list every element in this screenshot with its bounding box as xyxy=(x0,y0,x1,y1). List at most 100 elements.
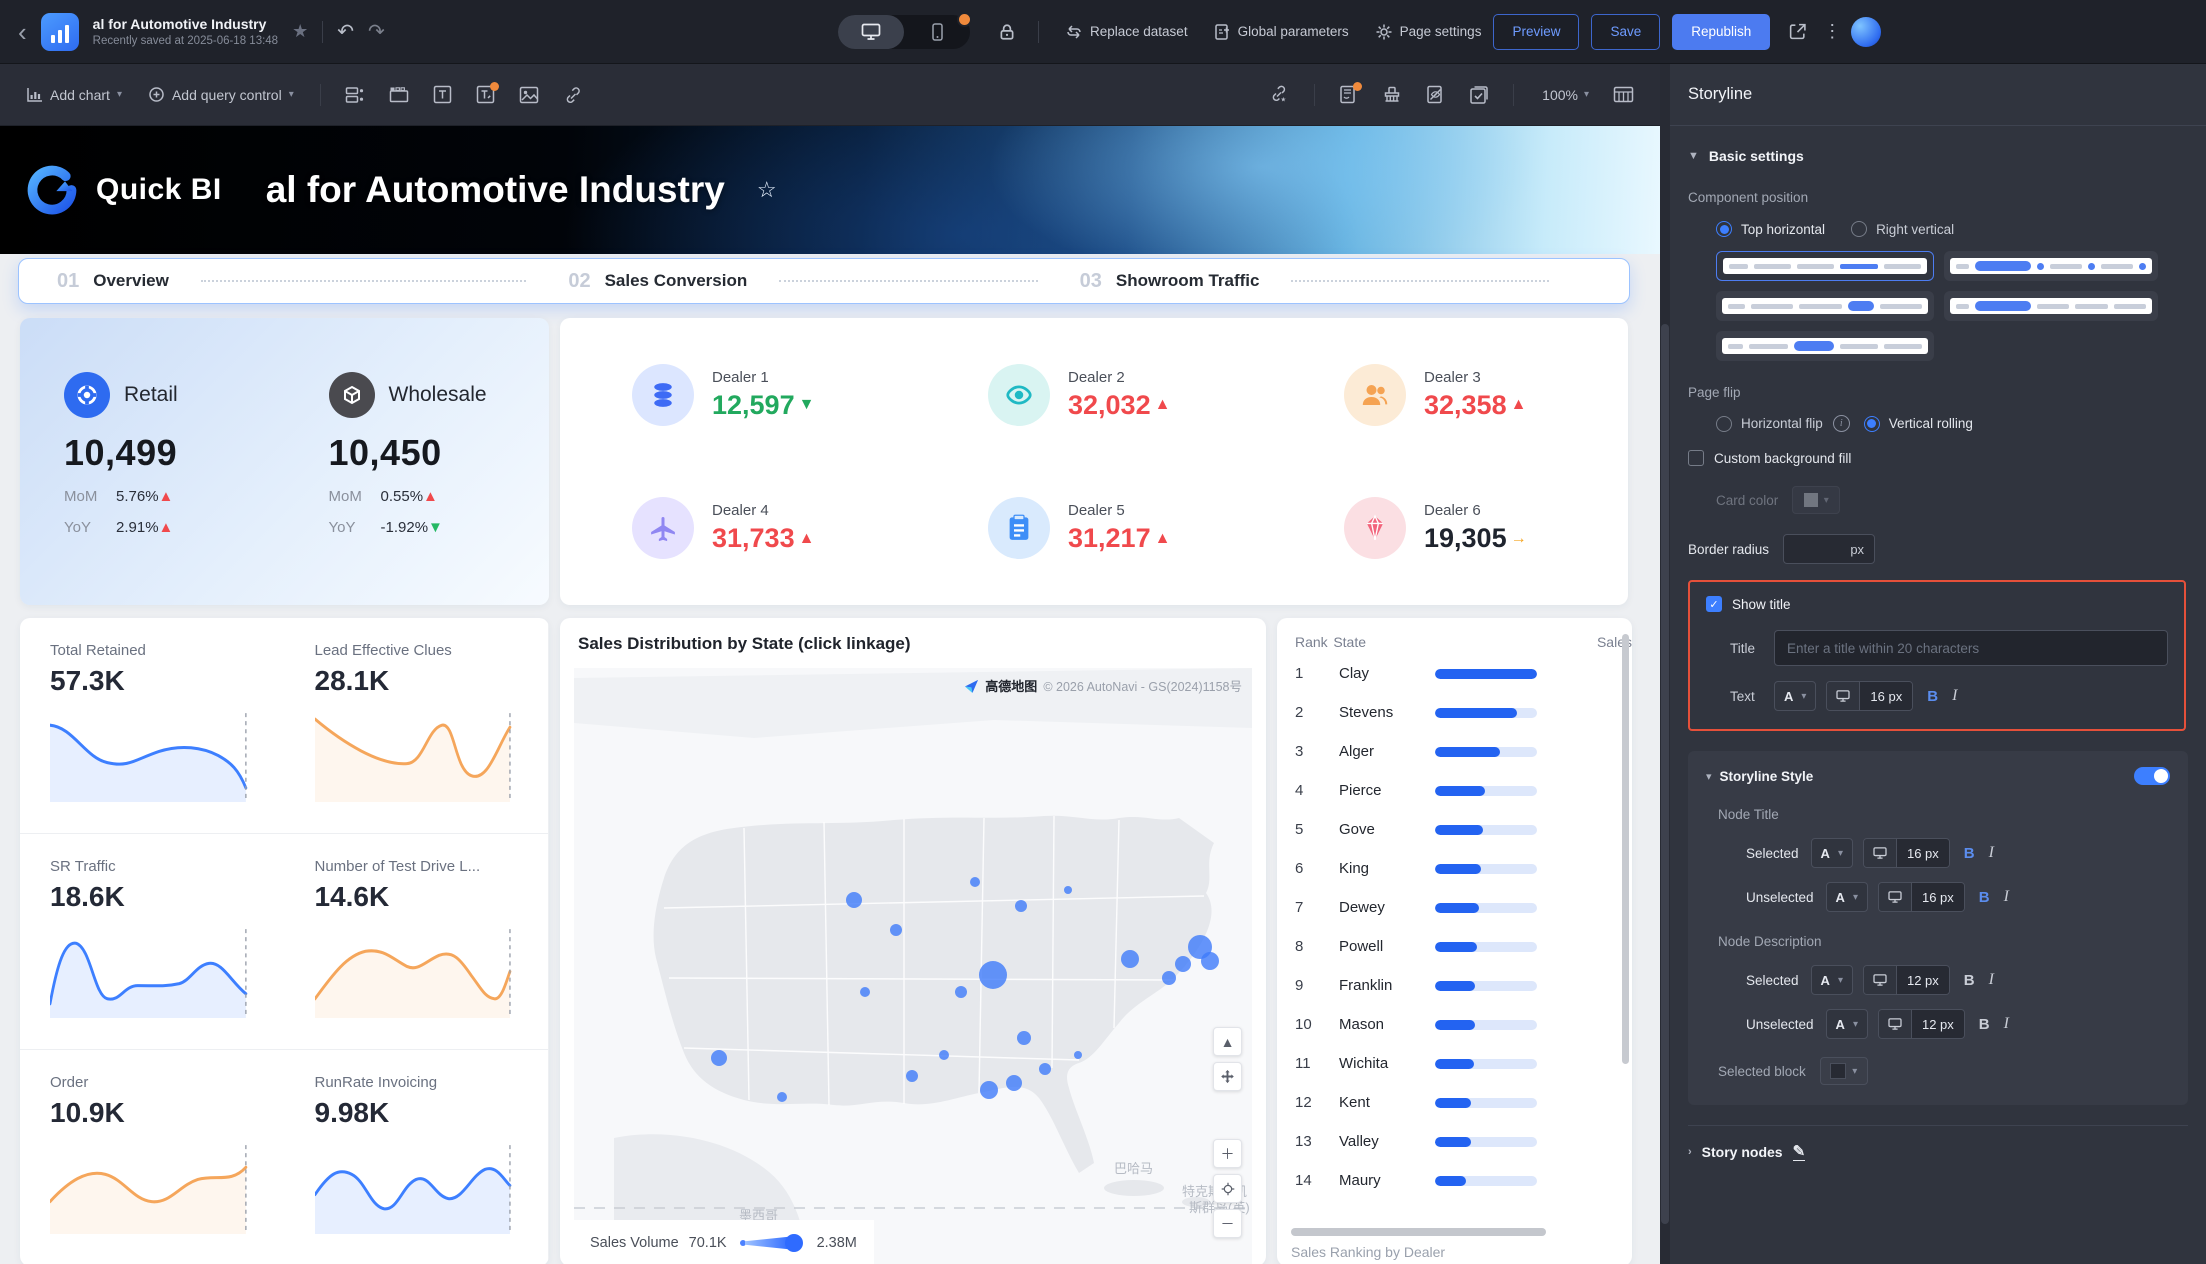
text-size-select[interactable]: 16 px xyxy=(1826,681,1914,711)
grid-layout-icon[interactable] xyxy=(1613,86,1634,103)
save-button[interactable]: Save xyxy=(1591,13,1661,50)
font-color-select[interactable]: A ▾ xyxy=(1825,882,1868,912)
edit-pencil-icon[interactable]: ✎ xyxy=(1792,1144,1806,1161)
more-menu-icon[interactable]: ⋮ xyxy=(1823,21,1841,42)
vertical-rolling-radio[interactable] xyxy=(1863,415,1880,432)
italic-button[interactable]: I xyxy=(2004,888,2009,906)
trend-card[interactable]: Total Retained 57.3K xyxy=(20,618,285,834)
map-zoom-in-icon[interactable]: ＋ xyxy=(1213,1139,1242,1168)
style-thumbnail-1[interactable] xyxy=(1716,251,1934,281)
lock-icon[interactable] xyxy=(998,23,1016,41)
retail-wholesale-card[interactable]: Retail 10,499 MoM 5.76% ▲ YoY 2.91% ▲ Wh… xyxy=(20,318,549,605)
clean-brush-icon[interactable] xyxy=(1382,85,1402,104)
basic-settings-section[interactable]: ▼ Basic settings xyxy=(1688,148,2188,164)
preview-button[interactable]: Preview xyxy=(1493,13,1580,50)
ranking-row[interactable]: 9 Franklin xyxy=(1277,966,1632,1005)
dashboard-banner[interactable]: Quick BI al for Automotive Industry ☆ xyxy=(0,126,1660,254)
ranking-row[interactable]: 10 Mason xyxy=(1277,1005,1632,1044)
italic-button[interactable]: I xyxy=(1989,844,1994,862)
zoom-level-select[interactable]: 100% ▾ xyxy=(1542,87,1589,103)
global-parameters-button[interactable]: Global parameters xyxy=(1214,23,1349,41)
ranking-row[interactable]: 8 Powell xyxy=(1277,927,1632,966)
theme-doc-icon[interactable] xyxy=(1339,82,1363,104)
ranking-row[interactable]: 5 Gove xyxy=(1277,810,1632,849)
undo-icon[interactable]: ↶ xyxy=(337,19,354,44)
ranking-row[interactable]: 1 Clay xyxy=(1277,654,1632,693)
trend-card[interactable]: SR Traffic 18.6K xyxy=(20,834,285,1050)
magic-link-icon[interactable] xyxy=(1269,85,1290,104)
ranking-row[interactable]: 2 Stevens xyxy=(1277,693,1632,732)
ranking-row[interactable]: 14 Maury xyxy=(1277,1161,1632,1200)
bold-button[interactable]: B xyxy=(1979,1016,1990,1033)
storyline-tab[interactable]: 02 Sales Conversion xyxy=(568,270,1079,293)
tab-container-icon[interactable] xyxy=(389,86,409,103)
republish-button[interactable]: Republish xyxy=(1672,13,1771,50)
ranking-row[interactable]: 3 Alger xyxy=(1277,732,1632,771)
font-size-select[interactable]: 12 px xyxy=(1862,965,1950,995)
top-horizontal-radio[interactable] xyxy=(1716,221,1732,237)
show-title-checkbox[interactable]: ✓ xyxy=(1706,596,1722,612)
custom-background-checkbox[interactable] xyxy=(1688,450,1704,466)
add-chart-button[interactable]: Add chart ▾ xyxy=(26,87,122,103)
style-thumbnail-4[interactable] xyxy=(1944,291,2158,321)
ranking-row[interactable]: 12 Kent xyxy=(1277,1083,1632,1122)
card-color-picker[interactable]: ▾ xyxy=(1792,486,1841,514)
selected-block-color-picker[interactable]: ▾ xyxy=(1819,1057,1868,1085)
component-settings-icon[interactable] xyxy=(345,86,365,104)
ranking-row[interactable]: 7 Dewey xyxy=(1277,888,1632,927)
italic-button[interactable]: I xyxy=(1952,687,1957,705)
map-pan-icon[interactable] xyxy=(1213,1062,1242,1091)
font-size-select[interactable]: 16 px xyxy=(1862,838,1950,868)
trend-card[interactable]: Number of Test Drive L... 14.6K xyxy=(284,834,549,1050)
story-nodes-section[interactable]: › Story nodes ✎ xyxy=(1688,1144,2188,1161)
storyline-style-toggle[interactable] xyxy=(2134,767,2170,785)
vertical-scrollbar[interactable] xyxy=(1622,634,1629,1064)
bold-button[interactable]: B xyxy=(1964,972,1975,989)
right-vertical-radio[interactable] xyxy=(1851,221,1868,237)
ranking-row[interactable]: 11 Wichita xyxy=(1277,1044,1632,1083)
ranking-row[interactable]: 13 Valley xyxy=(1277,1122,1632,1161)
info-icon[interactable]: i xyxy=(1832,415,1850,432)
dealer-kpi[interactable]: Dealer 3 32,358 ▲ xyxy=(1272,328,1628,462)
dealer-kpi[interactable]: Dealer 4 31,733 ▲ xyxy=(560,462,916,596)
italic-button[interactable]: I xyxy=(1989,971,1994,989)
font-size-select[interactable]: 12 px xyxy=(1877,1009,1965,1039)
user-avatar[interactable] xyxy=(1851,16,1882,47)
batch-select-icon[interactable] xyxy=(1469,85,1489,105)
text-color-select[interactable]: A ▾ xyxy=(1774,681,1817,711)
trend-card[interactable]: Order 10.9K xyxy=(20,1050,285,1264)
font-color-select[interactable]: A ▾ xyxy=(1810,838,1853,868)
map-locate-icon[interactable] xyxy=(1213,1174,1242,1203)
replace-dataset-button[interactable]: Replace dataset xyxy=(1065,23,1188,41)
ranking-row[interactable]: 4 Pierce xyxy=(1277,771,1632,810)
ranking-row[interactable]: 6 King xyxy=(1277,849,1632,888)
text-widget-icon[interactable] xyxy=(433,85,452,104)
device-toggle[interactable] xyxy=(838,11,972,49)
banner-star-icon[interactable]: ☆ xyxy=(757,177,777,203)
dealer-kpi[interactable]: Dealer 5 31,217 ▲ xyxy=(916,462,1272,596)
add-query-control-button[interactable]: Add query control ▾ xyxy=(148,86,294,103)
dealer-kpi[interactable]: Dealer 2 32,032 ▲ xyxy=(916,328,1272,462)
style-thumbnail-3[interactable] xyxy=(1716,291,1934,321)
panel-scroll-thumb[interactable] xyxy=(1661,324,1669,1224)
italic-button[interactable]: I xyxy=(2004,1015,2009,1033)
trend-card[interactable]: RunRate Invoicing 9.98K xyxy=(285,1050,549,1264)
title-input[interactable] xyxy=(1774,630,2168,666)
map-panel[interactable]: Sales Distribution by State (click linka… xyxy=(560,618,1266,1264)
horizontal-scrollbar[interactable] xyxy=(1291,1228,1546,1236)
trend-card[interactable]: Lead Effective Clues 28.1K xyxy=(284,618,549,834)
dealer-kpi[interactable]: Dealer 6 19,305 → xyxy=(1272,462,1628,596)
bold-button[interactable]: B xyxy=(1964,845,1975,862)
favorite-star-icon[interactable]: ★ xyxy=(292,21,308,42)
font-color-select[interactable]: A ▾ xyxy=(1825,1009,1868,1039)
storyline-style-header[interactable]: ▾ Storyline Style xyxy=(1706,767,2170,785)
ranking-panel[interactable]: Rank State Sales 1 Clay 2 Stevens 3 Alge… xyxy=(1277,618,1632,1264)
horizontal-flip-radio[interactable] xyxy=(1716,415,1732,432)
map-zoom-out-icon[interactable]: － xyxy=(1213,1209,1242,1238)
storyline-tab[interactable]: 03 Showroom Traffic xyxy=(1080,270,1591,293)
rich-text-icon[interactable] xyxy=(476,82,499,104)
bold-button[interactable]: B xyxy=(1979,889,1990,906)
link-widget-icon[interactable] xyxy=(563,86,583,104)
map-viewport[interactable]: 墨西哥 巴哈马 特克斯和凯 斯群岛(英) 高德地图 © 2026 AutoNav… xyxy=(574,668,1252,1264)
dealer-kpi[interactable]: Dealer 1 12,597 ▼ xyxy=(560,328,916,462)
